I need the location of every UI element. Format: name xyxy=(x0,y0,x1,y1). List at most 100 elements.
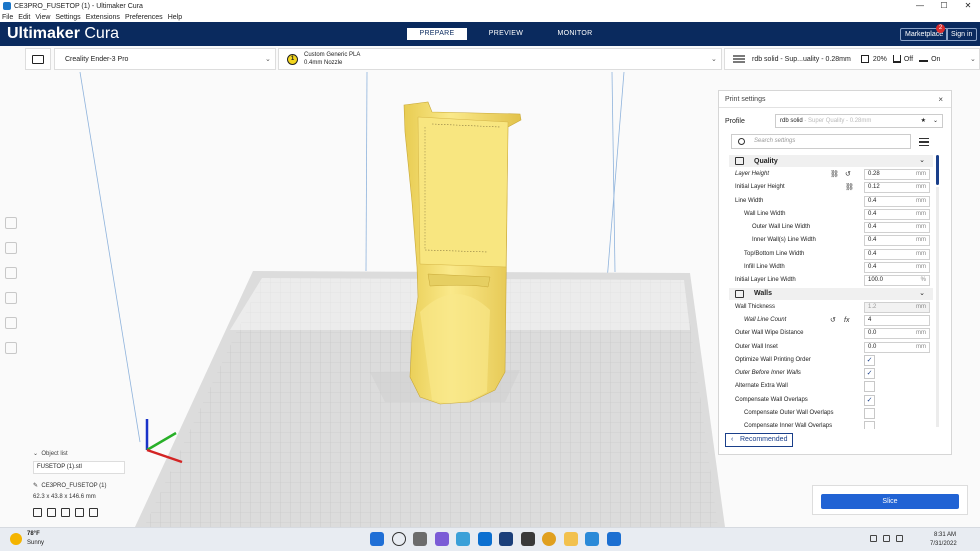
reset-icon[interactable]: ↺ xyxy=(845,168,851,181)
chrome-icon[interactable] xyxy=(542,532,556,546)
file-explorer-icon[interactable] xyxy=(563,532,578,546)
view-top-icon[interactable] xyxy=(61,508,70,517)
scrollbar-thumb[interactable] xyxy=(936,155,939,185)
compensate-inner-wall-overlaps-checkbox[interactable] xyxy=(864,421,875,429)
compensate-wall-overlaps-checkbox[interactable]: ✓ xyxy=(864,394,875,406)
settings-visibility-menu-icon[interactable] xyxy=(919,138,929,148)
menu-settings[interactable]: Settings xyxy=(55,14,80,21)
menu-view[interactable]: View xyxy=(35,14,50,21)
open-file-button[interactable] xyxy=(25,48,51,70)
task-view-icon[interactable] xyxy=(413,532,427,546)
star-icon[interactable]: ★ xyxy=(921,115,926,127)
search-settings-input[interactable]: Search settings xyxy=(731,134,911,149)
search-icon[interactable] xyxy=(391,532,406,546)
material-selector[interactable]: 1 Custom Generic PLA 0.4mm Nozzle ⌄ xyxy=(278,48,722,70)
view-front-icon[interactable] xyxy=(47,508,56,517)
scale-tool-icon[interactable] xyxy=(5,242,17,254)
move-tool-icon[interactable] xyxy=(5,217,17,229)
volume-icon[interactable] xyxy=(896,535,903,542)
category-quality[interactable]: Quality ⌄ xyxy=(729,155,933,167)
close-icon[interactable]: × xyxy=(938,95,943,104)
recommended-button[interactable]: ‹ Recommended xyxy=(725,433,793,447)
teams-icon[interactable] xyxy=(434,532,449,546)
menu-help[interactable]: Help xyxy=(168,14,182,21)
tab-preview[interactable]: PREVIEW xyxy=(476,28,536,40)
tool-column xyxy=(5,217,21,367)
wall-line-count-input[interactable]: 4 xyxy=(864,314,930,326)
wifi-icon[interactable] xyxy=(883,535,890,542)
setting-compensate-inner-wall-overlaps: Compensate Inner Wall Overlaps xyxy=(729,420,933,429)
taskbar-apps xyxy=(370,532,628,546)
view-left-icon[interactable] xyxy=(75,508,84,517)
object-name: ✎ CE3PRO_FUSETOP (1) xyxy=(33,483,107,489)
r-app-icon[interactable] xyxy=(499,532,513,546)
menu-extensions[interactable]: Extensions xyxy=(86,14,120,21)
minimize-button[interactable]: — xyxy=(908,0,932,12)
outer-wall-inset-input[interactable]: 0.0 mm xyxy=(864,341,930,353)
print-settings-summary[interactable]: rdb solid - Sup...uality - 0.28mm 20% Of… xyxy=(724,48,980,70)
alternate-extra-wall-checkbox[interactable] xyxy=(864,381,875,393)
menu-preferences[interactable]: Preferences xyxy=(125,14,163,21)
store-icon[interactable] xyxy=(520,532,535,546)
initial-layer-height-input[interactable]: 0.12 mm xyxy=(864,182,930,194)
per-model-settings-icon[interactable] xyxy=(5,317,17,329)
wall-thickness-input[interactable]: 1.2 mm xyxy=(864,301,930,313)
setting-initial-layer-height: Initial Layer Height ⛓ 0.12 mm xyxy=(729,181,933,194)
close-window-button[interactable]: ✕ xyxy=(956,0,980,12)
clock-time[interactable]: 8:31 AM xyxy=(934,532,956,538)
photos-icon[interactable] xyxy=(585,532,599,546)
walls-icon xyxy=(735,289,744,298)
cura-taskbar-icon[interactable] xyxy=(606,532,621,546)
clock-date[interactable]: 7/31/2022 xyxy=(930,541,957,547)
model-fusetop[interactable] xyxy=(403,101,522,405)
initial-layer-line-width-input[interactable]: 100.0% xyxy=(864,275,930,287)
top-bottom-line-width-input[interactable]: 0.4 mm xyxy=(864,248,930,260)
reset-icon[interactable]: ↺ xyxy=(830,314,836,327)
outer-wall-line-width-input[interactable]: 0.4 mm xyxy=(864,222,930,234)
folder-icon xyxy=(32,54,44,64)
view-right-icon[interactable] xyxy=(89,508,98,517)
tab-prepare[interactable]: PREPARE xyxy=(407,28,467,40)
link-icon[interactable]: ⛓ xyxy=(845,181,854,194)
category-walls[interactable]: Walls ⌄ xyxy=(729,287,933,300)
setting-top-bottom-line-width: Top/Bottom Line Width 0.4 mm xyxy=(729,248,933,261)
widgets-icon[interactable] xyxy=(456,532,470,546)
line-width-input[interactable]: 0.4 mm xyxy=(864,195,930,207)
layer-height-input[interactable]: 0.28 mm xyxy=(864,169,930,180)
slice-button[interactable]: Slice xyxy=(821,494,959,509)
profile-dropdown[interactable]: rdb solid - Super Quality - 0.28mm ★ ⌄ xyxy=(775,114,943,128)
menu-file[interactable]: File xyxy=(2,14,13,21)
maximize-button[interactable]: ☐ xyxy=(932,0,956,12)
toolbar-row: Creality Ender-3 Pro ⌄ 1 Custom Generic … xyxy=(0,46,980,72)
rotate-tool-icon[interactable] xyxy=(5,267,17,279)
setting-infill-line-width: Infill Line Width 0.4 mm xyxy=(729,261,933,274)
compensate-outer-wall-overlaps-checkbox[interactable] xyxy=(864,408,875,420)
setting-layer-height: Layer Height ⛓ ↺ 0.28 mm xyxy=(729,168,933,181)
profile-label: Profile xyxy=(725,118,745,125)
tab-monitor[interactable]: MONITOR xyxy=(545,28,605,40)
weather-temperature[interactable]: 78°F xyxy=(27,531,40,537)
outer-before-inner-checkbox[interactable]: ✓ xyxy=(864,368,875,380)
link-icon[interactable]: ⛓ xyxy=(830,168,839,181)
printer-selector[interactable]: Creality Ender-3 Pro ⌄ xyxy=(54,48,276,70)
support-blocker-icon[interactable] xyxy=(5,342,17,354)
view-3d-icon[interactable] xyxy=(33,508,42,517)
scrollbar-track[interactable] xyxy=(936,187,939,427)
outer-wall-wipe-distance-input[interactable]: 0.0 mm xyxy=(864,328,930,340)
optimize-wall-order-checkbox[interactable]: ✓ xyxy=(864,354,875,366)
start-icon[interactable] xyxy=(370,532,384,546)
mirror-tool-icon[interactable] xyxy=(5,292,17,304)
chevron-up-icon[interactable] xyxy=(870,535,877,542)
inner-wall-line-width-input[interactable]: 0.4 mm xyxy=(864,235,930,247)
wall-line-width-input[interactable]: 0.4 mm xyxy=(864,208,930,220)
menu-edit[interactable]: Edit xyxy=(18,14,30,21)
infill-line-width-input[interactable]: 0.4 mm xyxy=(864,262,930,274)
setting-wall-line-width: Wall Line Width 0.4 mm xyxy=(729,208,933,221)
chevron-down-icon: ⌄ xyxy=(932,118,938,124)
outlook-icon[interactable] xyxy=(477,532,492,546)
sign-in-button[interactable]: Sign in xyxy=(946,28,978,41)
weather-condition[interactable]: Sunny xyxy=(27,540,44,546)
object-list-toggle[interactable]: ⌄ Object list xyxy=(33,450,68,457)
formula-icon[interactable]: fx xyxy=(844,314,849,327)
object-list-item[interactable]: FUSETOP (1).stl xyxy=(33,461,125,474)
